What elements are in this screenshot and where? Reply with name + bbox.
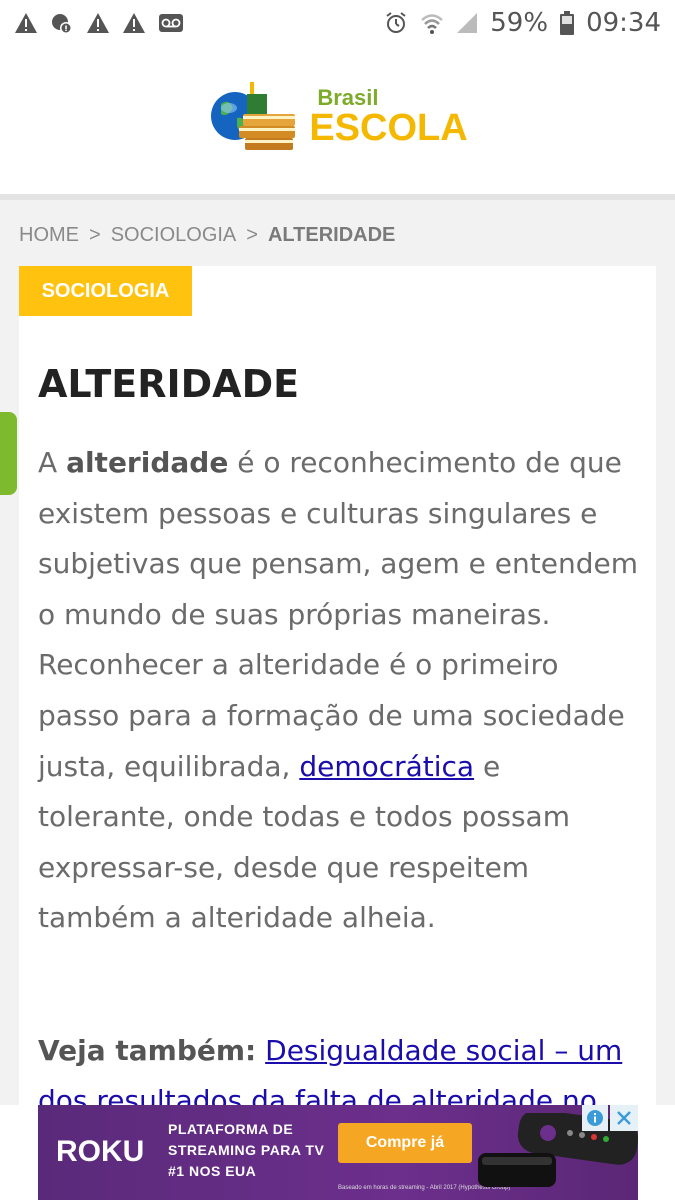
ad-close-icon[interactable] — [610, 1105, 638, 1131]
ad-banner[interactable]: ROKU PLATAFORMA DE STREAMING PARA TV #1 … — [38, 1105, 638, 1200]
site-logo[interactable]: Brasil ESCOLA — [207, 78, 468, 162]
side-drawer-handle[interactable] — [0, 412, 17, 495]
ad-cta-button[interactable]: Compre já — [338, 1123, 472, 1163]
logo-escola: ESCOLA — [309, 107, 468, 149]
breadcrumb-separator: > — [246, 223, 258, 246]
breadcrumb: HOME > SOCIOLOGIA > ALTERIDADE — [19, 220, 395, 250]
paragraph-text: A — [38, 446, 67, 479]
breadcrumb-separator: > — [89, 223, 101, 246]
breadcrumb-current: ALTERIDADE — [267, 223, 396, 246]
ad-brand: ROKU — [56, 1135, 145, 1168]
voicemail-icon — [158, 13, 184, 33]
header-divider — [0, 194, 675, 200]
ad-info-icon[interactable] — [582, 1105, 608, 1131]
battery-percentage: 59% — [490, 8, 549, 38]
clock: 09:34 — [586, 8, 661, 38]
globe-books-icon — [207, 78, 303, 162]
democratica-link[interactable]: democrática — [299, 750, 474, 783]
wifi-icon — [420, 11, 444, 35]
logo-wordmark: Brasil ESCOLA — [309, 85, 468, 149]
breadcrumb-section[interactable]: SOCIOLOGIA — [111, 224, 237, 247]
alarm-icon — [384, 11, 408, 35]
warning-icon — [122, 12, 146, 34]
signal-icon — [456, 12, 478, 34]
ad-area: ROKU PLATAFORMA DE STREAMING PARA TV #1 … — [0, 1105, 675, 1200]
ad-headline: PLATAFORMA DE STREAMING PARA TV #1 NOS E… — [168, 1121, 325, 1179]
see-also-label: Veja também: — [38, 1034, 257, 1067]
logo-brasil: Brasil — [317, 85, 379, 110]
status-notifications — [14, 11, 184, 35]
paragraph-term: alteridade — [66, 446, 229, 479]
status-bar: 59% 09:34 — [0, 0, 675, 46]
status-system: 59% 09:34 — [384, 8, 661, 38]
blocked-sync-icon — [50, 11, 74, 35]
warning-icon — [86, 12, 110, 34]
breadcrumb-home[interactable]: HOME — [19, 224, 79, 247]
site-header: Brasil ESCOLA — [0, 46, 675, 194]
article-title: ALTERIDADE — [38, 362, 300, 406]
article-card: SOCIOLOGIA ALTERIDADE A alteridade é o r… — [19, 266, 656, 1200]
battery-icon — [560, 11, 575, 35]
article-paragraph: A alteridade é o reconhecimento de que e… — [38, 438, 642, 944]
warning-icon — [14, 12, 38, 34]
category-badge[interactable]: SOCIOLOGIA — [19, 266, 192, 316]
paragraph-text: é o reconhecimento de que existem pessoa… — [38, 446, 638, 783]
